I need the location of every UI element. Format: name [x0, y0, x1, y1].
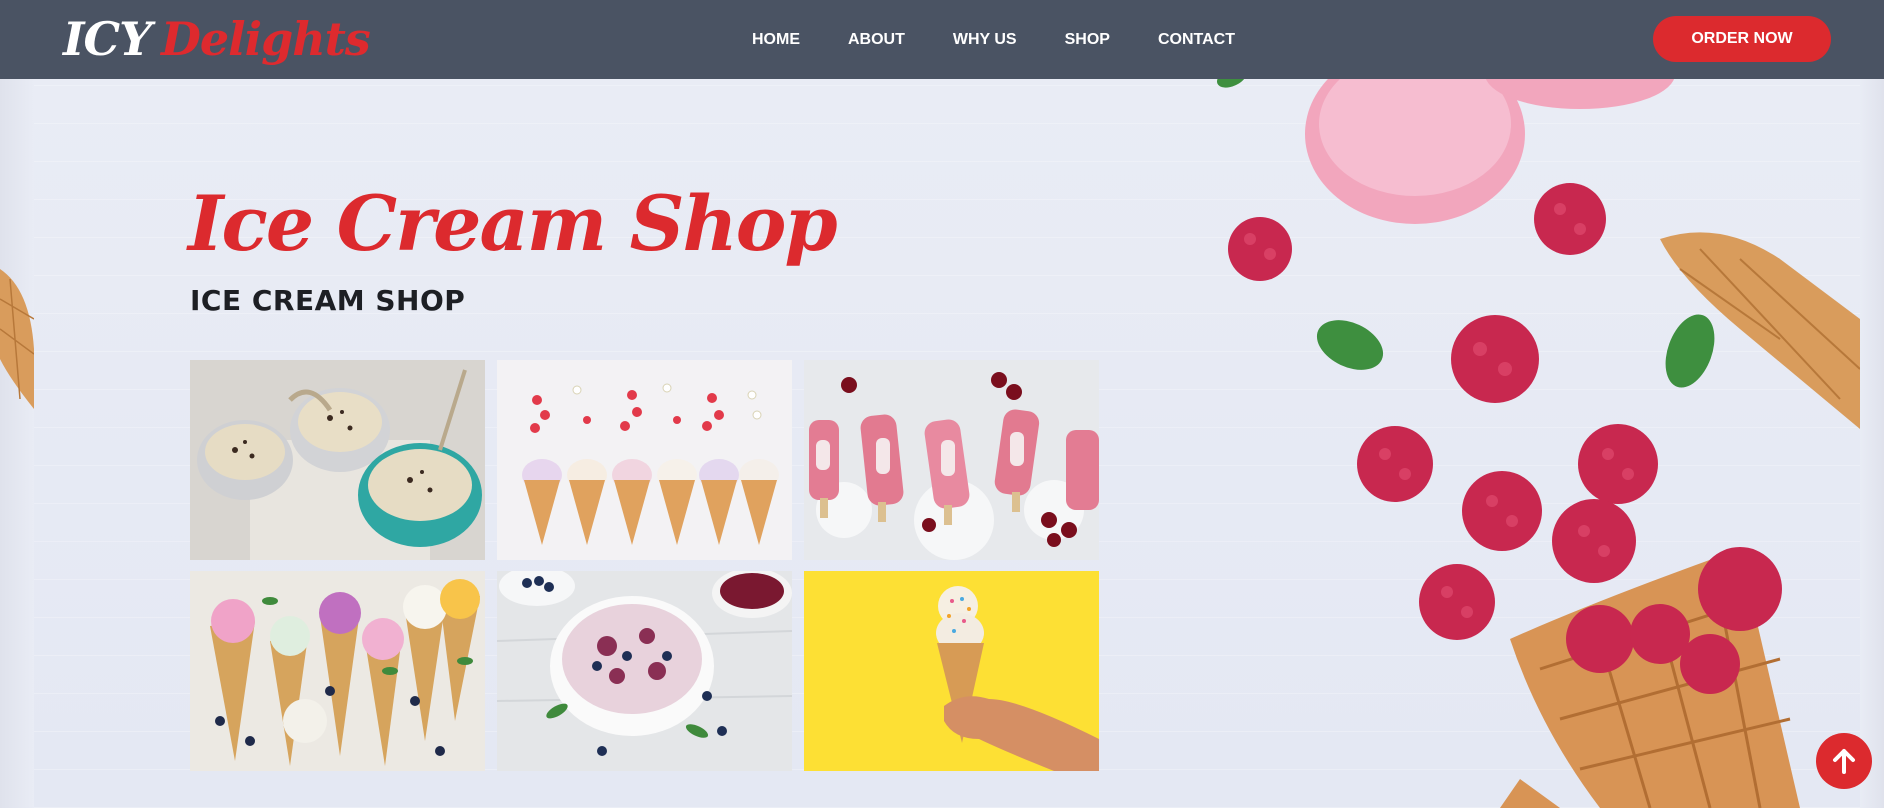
nav-link-why-us[interactable]: WHY US: [953, 31, 1017, 49]
hero-decoration-raspberries: [1217, 79, 1860, 808]
gallery-photo-cherry-popsicles[interactable]: [804, 360, 1099, 560]
gallery-photo-flower-cones[interactable]: [190, 571, 485, 771]
right-edge-decoration: [1860, 79, 1884, 808]
hero-subtitle: ICE CREAM SHOP: [190, 284, 466, 317]
main-nav: HOME ABOUT WHY US SHOP CONTACT: [752, 0, 1235, 79]
hero-title: Ice Cream Shop: [188, 179, 838, 268]
nav-link-shop[interactable]: SHOP: [1065, 31, 1110, 49]
left-edge-decoration: [0, 79, 34, 808]
hero-section: Ice Cream Shop ICE CREAM SHOP: [0, 79, 1884, 808]
gallery-photo-blueberry-bowl[interactable]: [497, 571, 792, 771]
brand-logo[interactable]: ICY Delights: [63, 10, 371, 68]
nav-link-contact[interactable]: CONTACT: [1158, 31, 1235, 49]
order-now-button[interactable]: ORDER NOW: [1653, 16, 1831, 62]
logo-text-delights: Delights: [160, 12, 371, 66]
scroll-top-button[interactable]: [1816, 733, 1872, 789]
gallery-photo-cone-yellow[interactable]: [804, 571, 1099, 771]
nav-link-home[interactable]: HOME: [752, 31, 800, 49]
navbar: ICY Delights HOME ABOUT WHY US SHOP CONTA…: [0, 0, 1884, 79]
gallery-photo-bowls[interactable]: [190, 360, 485, 560]
arrow-up-icon: [1833, 749, 1855, 774]
nav-link-about[interactable]: ABOUT: [848, 31, 905, 49]
cone-fragment-left: [0, 269, 34, 409]
logo-text-icy: ICY: [63, 12, 152, 66]
gallery-photo-strawberry-cones[interactable]: [497, 360, 792, 560]
